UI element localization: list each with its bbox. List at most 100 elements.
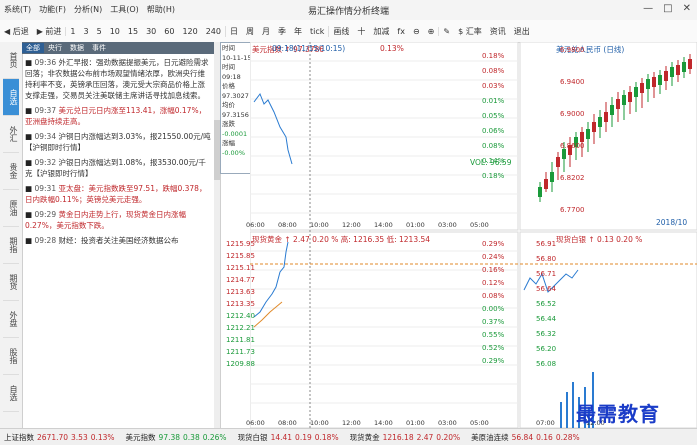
vtab-futures[interactable]: 期货 (3, 264, 19, 301)
usdx-pct-tick: 0.08% (482, 142, 505, 150)
forward-button[interactable]: ▶ 前进 (33, 26, 66, 37)
period-60m[interactable]: 60 (160, 27, 178, 36)
silver-price-tick: 56.44 (536, 315, 557, 323)
period-120m[interactable]: 120 (178, 27, 201, 36)
silver-price-tick: 56.71 (536, 270, 557, 278)
time-axis-tick: 14:00 (374, 221, 393, 229)
period-30m[interactable]: 30 (142, 27, 160, 36)
period-15m[interactable]: 15 (124, 27, 142, 36)
status-quote[interactable]: 现货白银 14.41 0.19 0.18% (238, 432, 342, 443)
time-axis-tick: 08:00 (278, 419, 297, 427)
rmb-candle-body (658, 75, 662, 85)
news-tab-events[interactable]: 事件 (88, 43, 110, 53)
gold-pct-tick: 0.29% (482, 357, 505, 365)
status-quote[interactable]: 美原油连续 56.84 0.16 0.28% (471, 432, 583, 443)
gold-price-tick: 1212.21 (226, 324, 255, 332)
zoom-in-icon[interactable]: ⊕ (424, 27, 439, 36)
gold-pct-tick: 0.55% (482, 331, 505, 339)
news-tab-all[interactable]: 全部 (22, 43, 44, 53)
status-quote[interactable]: 美元指数 97.38 0.38 0.26% (126, 432, 230, 443)
vtab-external[interactable]: 外盘 (3, 301, 19, 338)
news-item[interactable]: ■ 09:31 亚太盘：美元指数跌至97.51，跌幅0.378，日内跌幅0.11… (25, 183, 211, 205)
info-button[interactable]: 资讯 (486, 26, 510, 37)
exchange-rate-button[interactable]: $ 汇率 (454, 26, 486, 37)
gold-pct-tick: 0.08% (482, 292, 505, 300)
vtab-metals[interactable]: 贵金 (3, 153, 19, 190)
vtab-custom[interactable]: 自选 (3, 375, 19, 412)
news-tab-data[interactable]: 数据 (66, 43, 88, 53)
vtab-oil[interactable]: 原油 (3, 190, 19, 227)
news-time: 09:36 (34, 58, 57, 67)
pen-icon[interactable]: ✎ (438, 26, 454, 36)
news-tabs: 全部 央行 数据 事件 (22, 42, 214, 54)
period-5m[interactable]: 5 (93, 27, 106, 36)
period-year[interactable]: 年 (290, 26, 306, 37)
info-line: -0.00% (222, 148, 245, 157)
time-axis-tick: 10:00 (310, 419, 329, 427)
gold-price-tick: 1215.11 (226, 264, 255, 272)
rmb-candle-body (646, 79, 650, 89)
news-item[interactable]: ■ 09:37 美元兑日元日内涨至113.41，涨幅0.17%，亚洲盘持续走高。 (25, 105, 211, 127)
news-item[interactable]: ■ 09:29 黄金日内走势上行，现货黄金日内涨幅0.27%，美元指数下跌。 (25, 209, 211, 231)
news-item[interactable]: ■ 09:28 财经：投资者关注美国经济数据公布 (25, 235, 211, 246)
rmb-candle-body (622, 95, 626, 105)
info-line: 97.3156 (222, 110, 249, 119)
status-chg: 0.19 (295, 432, 312, 442)
time-axis-tick: 07:00 (536, 419, 555, 427)
status-quote[interactable]: 现货黄金 1216.18 2.47 0.20% (350, 432, 464, 443)
indicator-button[interactable]: 加减 (369, 26, 393, 37)
crosshair-button[interactable]: 十 (353, 26, 369, 37)
period-240m[interactable]: 240 (202, 27, 225, 36)
period-month[interactable]: 月 (258, 26, 274, 37)
news-time: 09:32 (34, 158, 57, 167)
minimize-button[interactable]: — (643, 3, 653, 14)
rmb-price-tick: 6.9400 (560, 78, 585, 86)
period-10m[interactable]: 10 (106, 27, 124, 36)
vtab-forex[interactable]: 外汇 (3, 116, 19, 153)
vtab-futures-index[interactable]: 期指 (3, 227, 19, 264)
zoom-out-icon[interactable]: ⊖ (409, 27, 424, 36)
status-bar: 上证指数 2671.70 3.53 0.13% 美元指数 97.38 0.38 0.26% 现货… (0, 428, 697, 445)
period-day[interactable]: 日 (225, 25, 242, 37)
exit-button[interactable]: 退出 (510, 26, 534, 37)
vtab-stock-index[interactable]: 股指 (3, 338, 19, 375)
status-quote[interactable]: 上证指数 2671.70 3.53 0.13% (4, 432, 118, 443)
rmb-candle-body (580, 132, 584, 142)
gold-price-tick: 1211.73 (226, 348, 255, 356)
gold-pct-tick: 0.24% (482, 253, 505, 261)
period-quarter[interactable]: 季 (274, 26, 290, 37)
vtab-home[interactable]: 首页 (3, 42, 19, 79)
period-1m[interactable]: 1 (65, 26, 79, 36)
time-axis-tick: 12:00 (342, 419, 361, 427)
news-list: ■ 09:36 外汇早报：强劲数据提振美元，日元避险需求回落；非农数据公布前市场… (22, 54, 214, 246)
formula-button[interactable]: fx (393, 27, 409, 36)
rmb-candle-body (544, 179, 548, 189)
news-item[interactable]: ■ 09:34 沪铜日内涨幅达到3.03%，报21550.00元/吨【沪铜即时行… (25, 131, 211, 153)
info-line: 09:18 (222, 72, 241, 81)
vtab-favorites[interactable]: 自选 (3, 79, 19, 116)
period-week[interactable]: 周 (242, 26, 258, 37)
rmb-candle-body (634, 87, 638, 97)
maximize-button[interactable]: □ (663, 3, 672, 14)
draw-line-button[interactable]: 画线 (328, 25, 353, 37)
status-label: 现货黄金 (349, 432, 380, 442)
info-line: 10-11-15 (222, 53, 252, 62)
rmb-candle-body (604, 112, 608, 122)
rmb-price-tick: 6.7700 (560, 206, 585, 214)
gold-price-tick: 1215.85 (226, 252, 255, 260)
info-line: 价格 (222, 82, 235, 90)
back-button[interactable]: ◀ 后退 (0, 26, 33, 37)
rmb-candle-body (610, 105, 614, 115)
news-tab-central-bank[interactable]: 央行 (44, 43, 66, 53)
rmb-candle-body (640, 83, 644, 93)
gold-price-tick: 1215.95 (226, 240, 255, 248)
time-axis-tick: 03:00 (438, 221, 457, 229)
rmb-candle-body (562, 149, 566, 159)
news-time: 09:34 (34, 132, 57, 141)
info-line: 时间 (222, 63, 235, 71)
news-item[interactable]: ■ 09:32 沪银日内涨幅达到1.08%，报3530.00元/千克【沪银即时行… (25, 157, 211, 179)
tick-button[interactable]: tick (306, 27, 328, 36)
period-3m[interactable]: 3 (80, 27, 93, 36)
news-item[interactable]: ■ 09:36 外汇早报：强劲数据提振美元，日元避险需求回落；非农数据公布前市场… (25, 57, 211, 101)
close-button[interactable]: ✕ (683, 3, 691, 14)
